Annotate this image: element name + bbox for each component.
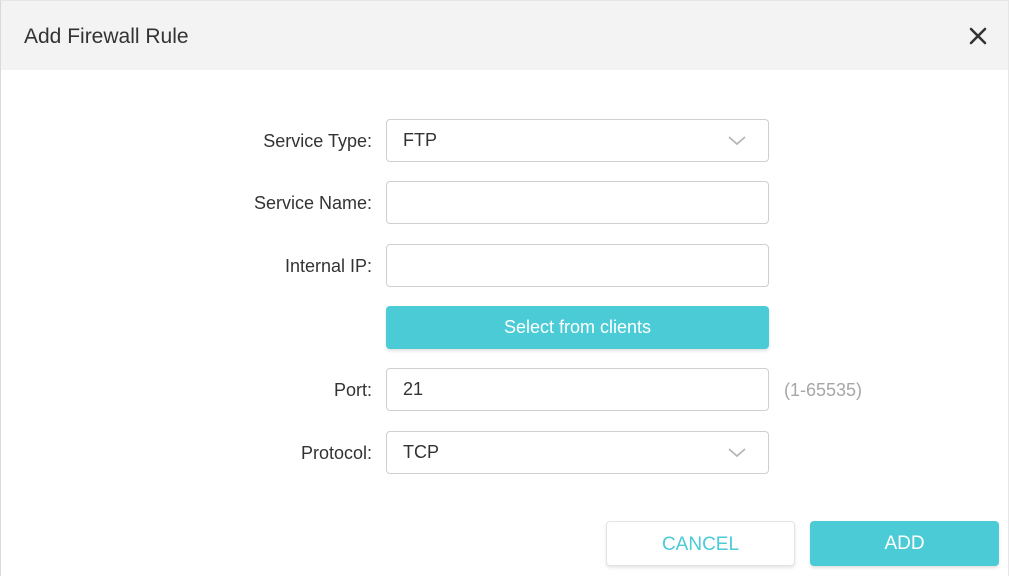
- service-type-label: Service Type:: [263, 131, 372, 151]
- internal-ip-field[interactable]: [386, 244, 769, 287]
- internal-ip-row: Internal IP:: [1, 244, 1008, 288]
- service-name-row: Service Name:: [1, 181, 1008, 225]
- internal-ip-input[interactable]: [387, 245, 768, 286]
- service-name-field[interactable]: [386, 181, 769, 224]
- service-type-value: FTP: [403, 130, 437, 150]
- port-row: Port: (1-65535): [1, 368, 1008, 412]
- protocol-select[interactable]: TCP: [386, 431, 769, 474]
- port-field[interactable]: [386, 368, 769, 411]
- dialog-header: Add Firewall Rule: [1, 1, 1008, 70]
- port-input[interactable]: [387, 369, 768, 410]
- protocol-label: Protocol:: [300, 443, 372, 463]
- service-name-label: Service Name:: [253, 193, 372, 213]
- chevron-down-icon: [728, 448, 746, 458]
- service-type-select[interactable]: FTP: [386, 119, 769, 162]
- select-from-clients-button[interactable]: Select from clients: [386, 306, 769, 349]
- service-type-row: Service Type: FTP: [1, 119, 1008, 163]
- dialog-title: Add Firewall Rule: [24, 25, 189, 48]
- port-label: Port:: [333, 380, 372, 400]
- cancel-button[interactable]: CANCEL: [606, 521, 795, 566]
- port-range-hint: (1-65535): [784, 380, 863, 400]
- chevron-down-icon: [728, 136, 746, 146]
- service-name-input[interactable]: [387, 182, 768, 223]
- protocol-row: Protocol: TCP: [1, 431, 1008, 475]
- protocol-value: TCP: [403, 442, 439, 462]
- add-button[interactable]: ADD: [810, 521, 999, 566]
- add-firewall-rule-dialog: Add Firewall Rule Service Type: FTP Serv…: [0, 0, 1009, 576]
- close-icon[interactable]: [964, 22, 992, 50]
- internal-ip-label: Internal IP:: [284, 256, 372, 276]
